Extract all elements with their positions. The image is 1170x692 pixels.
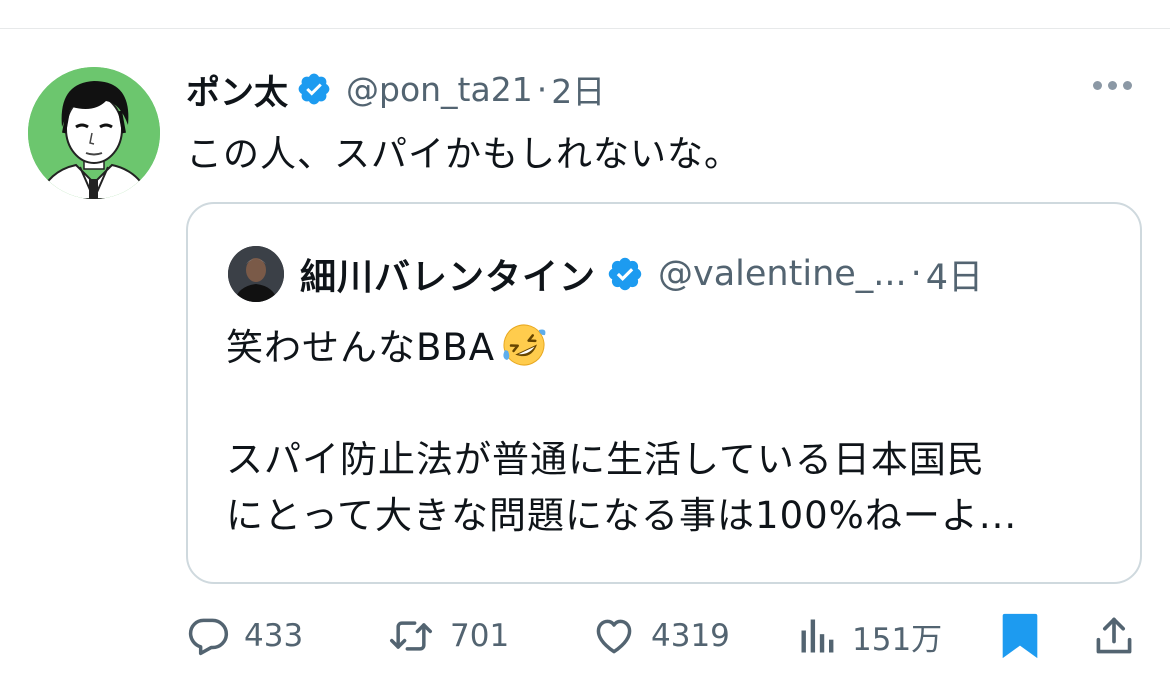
rolling-on-floor-laughing-emoji-icon: [499, 320, 549, 370]
tweet-header: ポン太 @pon_ta21 · 2日: [186, 65, 605, 113]
verified-badge-icon[interactable]: [296, 71, 332, 107]
views-icon: [798, 614, 838, 658]
tweet-timestamp[interactable]: 2日: [551, 65, 605, 113]
like-icon: [591, 614, 637, 658]
views-count: 151万: [852, 621, 943, 658]
quoted-separator-dot: ·: [910, 254, 922, 294]
reply-icon: [186, 614, 230, 658]
share-button[interactable]: [1092, 611, 1136, 661]
quoted-verified-badge-icon: [606, 255, 644, 293]
quoted-author-handle: @valentine_...: [658, 254, 907, 294]
tweet-actions: 433 701 4319 151万: [186, 611, 1136, 661]
quoted-author-avatar[interactable]: [228, 246, 284, 302]
share-icon: [1092, 614, 1136, 658]
author-display-name[interactable]: ポン太: [186, 65, 288, 114]
like-count: 4319: [651, 618, 730, 654]
views-button[interactable]: 151万: [798, 611, 942, 661]
reply-count: 433: [244, 618, 304, 654]
quoted-author-display-name: 細川バレンタイン: [300, 257, 597, 298]
quoted-text-line: にとって大きな問題になる事は100%ねーよ...: [226, 494, 1018, 537]
quoted-tweet[interactable]: 細川バレンタイン @valentine_... · 4日 笑わせんなBBA スパ…: [186, 202, 1142, 584]
quoted-tweet-header: 細川バレンタイン @valentine_... · 4日: [228, 244, 983, 304]
quoted-tweet-text: 笑わせんなBBA スパイ防止法が普通に生活している日本国民 にとって大きな問題に…: [226, 320, 1106, 544]
tweet[interactable]: ポン太 @pon_ta21 · 2日 この人、スパイかもしれないな。 細川バレン…: [0, 29, 1170, 692]
quoted-tweet-timestamp: 4日: [925, 257, 984, 298]
separator-dot: ·: [536, 69, 548, 109]
tweet-text: この人、スパイかもしれないな。: [186, 134, 742, 175]
retweet-button[interactable]: 701: [386, 611, 509, 661]
author-handle[interactable]: @pon_ta21: [346, 70, 533, 109]
bookmark-button[interactable]: [998, 611, 1042, 661]
like-button[interactable]: 4319: [591, 611, 730, 661]
quoted-text-line: スパイ防止法が普通に生活している日本国民: [226, 438, 985, 481]
retweet-icon: [386, 614, 436, 658]
retweet-count: 701: [450, 618, 510, 654]
bookmark-icon: [998, 611, 1042, 661]
more-options-icon[interactable]: [1093, 81, 1132, 90]
author-avatar[interactable]: [28, 67, 160, 199]
quoted-text-line: 笑わせんなBBA: [226, 320, 1106, 376]
reply-button[interactable]: 433: [186, 611, 303, 661]
